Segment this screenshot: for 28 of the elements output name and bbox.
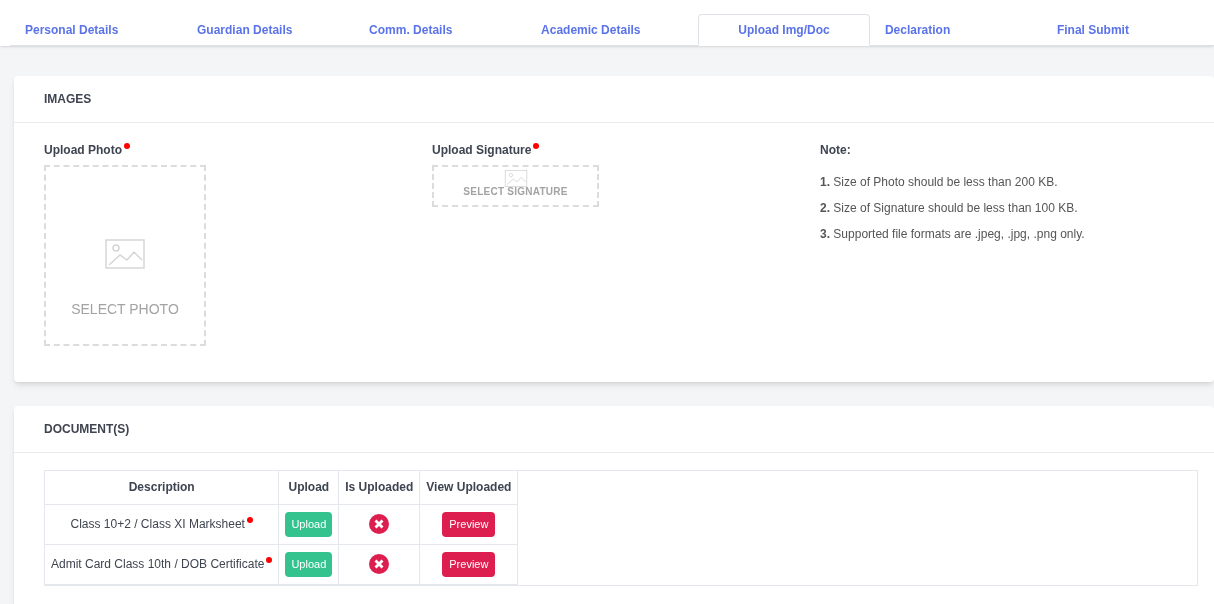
column-header: Is Uploaded [338, 471, 420, 504]
preview-button[interactable]: Preview [442, 511, 496, 537]
note-item: 2. Size of Signature should be less than 100 KB. [820, 200, 1079, 217]
tab[interactable]: Academic Details [526, 14, 699, 46]
note-item: 1. Size of Photo should be less than 200 KB. [820, 174, 1059, 191]
card-title: DOCUMENT(S) [14, 406, 1214, 453]
field-label: Upload Photo [44, 143, 122, 157]
card-title: IMAGES [14, 76, 1214, 123]
tab[interactable]: Declaration [869, 14, 1042, 46]
table-cell: Class 10+2 / Class XI Marksheet [70, 517, 245, 531]
signature-dropzone[interactable]: SELECT SIGNATURE [432, 165, 599, 207]
image-icon [105, 239, 145, 269]
note-item: 3. Supported file formats are .jpeg, .jpg, .png only. [820, 226, 1085, 243]
column-header: Upload [278, 471, 339, 504]
tab[interactable]: Guardian Details [182, 14, 355, 46]
tab[interactable]: Comm. Details [354, 14, 527, 46]
table-cell: Admit Card Class 10th / DOB Certificate [51, 557, 265, 571]
tab[interactable]: Personal Details [10, 14, 183, 46]
column-header: View Uploaded [419, 471, 518, 504]
upload-button[interactable]: Upload [285, 511, 333, 537]
field-label: Upload Signature [432, 143, 532, 157]
note-title: Note: [820, 142, 852, 159]
tab[interactable]: Upload Img/Doc [698, 14, 870, 46]
column-header: Description [45, 471, 279, 504]
preview-button[interactable]: Preview [442, 551, 496, 577]
upload-button[interactable]: Upload [285, 551, 333, 577]
photo-dropzone[interactable]: SELECT PHOTO [44, 165, 206, 346]
tab[interactable]: Final Submit [1041, 14, 1214, 46]
